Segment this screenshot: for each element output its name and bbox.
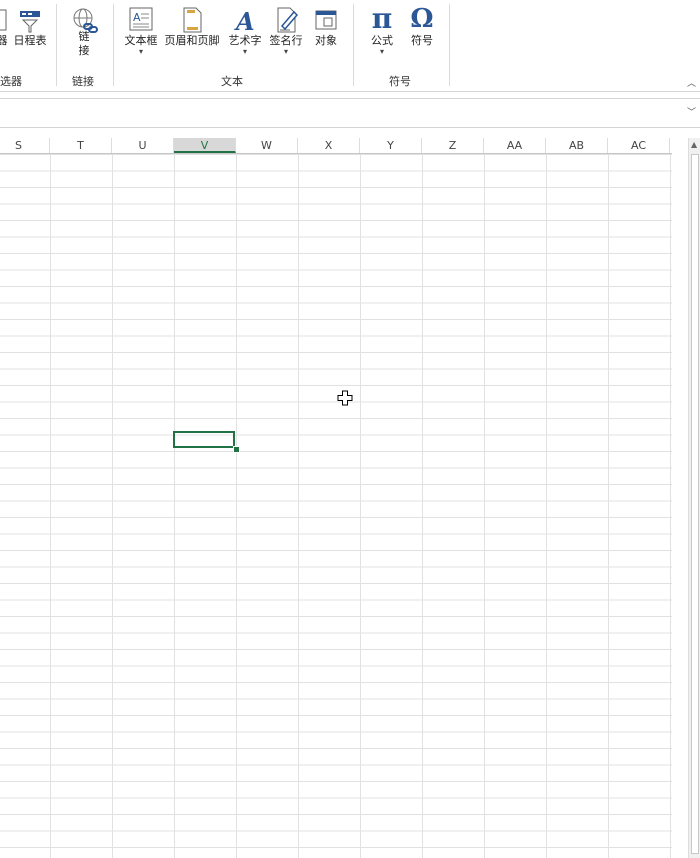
partial-label: 器 bbox=[0, 34, 8, 47]
chevron-down-icon[interactable]: ﹀ bbox=[687, 105, 696, 118]
omega-icon: Ω bbox=[410, 4, 434, 34]
symbol-label: 符号 bbox=[411, 34, 433, 47]
link-group-label: 链接 bbox=[72, 75, 94, 88]
equation-button[interactable]: π 公式 ▾ bbox=[364, 4, 400, 56]
partial-button[interactable]: 器 bbox=[0, 8, 8, 48]
column-header-y[interactable]: Y bbox=[360, 138, 422, 153]
chevron-down-icon: ▾ bbox=[379, 47, 384, 56]
vertical-scrollbar[interactable]: ▲ bbox=[688, 138, 700, 858]
column-header-v[interactable]: V bbox=[174, 138, 236, 153]
textbox-button[interactable]: A 文本框 ▾ bbox=[122, 6, 160, 56]
wordart-icon: A bbox=[234, 7, 255, 34]
equation-label: 公式 bbox=[371, 34, 393, 47]
wordart-label: 艺术字 bbox=[228, 34, 262, 47]
object-button[interactable]: 对象 bbox=[308, 6, 344, 48]
collapse-ribbon-icon[interactable]: ︿ bbox=[687, 76, 696, 89]
pi-icon: π bbox=[371, 2, 393, 35]
column-header-ac[interactable]: AC bbox=[608, 138, 670, 153]
timeline-button[interactable]: 日程表 bbox=[10, 8, 50, 48]
column-header-ab[interactable]: AB bbox=[546, 138, 608, 153]
symbols-group-label: 符号 bbox=[389, 75, 411, 88]
svg-text:A: A bbox=[234, 7, 255, 34]
separator bbox=[449, 4, 450, 86]
signature-line-label: 签名行 bbox=[269, 34, 303, 47]
column-header-s[interactable]: S bbox=[0, 138, 50, 153]
chevron-down-icon: ▾ bbox=[138, 47, 143, 56]
column-header-aa[interactable]: AA bbox=[484, 138, 546, 153]
cell-grid[interactable] bbox=[0, 154, 672, 858]
column-header-w[interactable]: W bbox=[236, 138, 298, 153]
wordart-button[interactable]: A 艺术字 ▾ bbox=[225, 6, 265, 56]
timeline-label: 日程表 bbox=[13, 34, 47, 47]
object-label: 对象 bbox=[315, 34, 337, 47]
header-footer-icon bbox=[183, 7, 202, 33]
object-icon bbox=[315, 10, 337, 30]
column-header-row: S T U V W X Y Z AA AB AC bbox=[0, 138, 672, 154]
separator bbox=[56, 4, 57, 86]
link-label-line2: 接 bbox=[78, 44, 90, 57]
textbox-label: 文本框 bbox=[124, 34, 158, 47]
header-footer-label: 页眉和页脚 bbox=[164, 34, 220, 47]
scroll-up-icon[interactable]: ▲ bbox=[691, 140, 697, 149]
ribbon: 器 日程表 选器 链 接 链接 A 文本框 ▾ 页眉和页脚 A 艺术字 ▾ 签名… bbox=[0, 0, 700, 92]
column-header-t[interactable]: T bbox=[50, 138, 112, 153]
fill-handle[interactable] bbox=[233, 446, 240, 453]
textbox-icon: A bbox=[129, 7, 153, 31]
active-cell[interactable] bbox=[173, 431, 235, 448]
signature-line-button[interactable]: 签名行 ▾ bbox=[266, 6, 306, 56]
chevron-down-icon: ▾ bbox=[283, 47, 288, 56]
link-button[interactable]: 链 接 bbox=[66, 6, 102, 58]
scrollbar-thumb[interactable] bbox=[691, 154, 699, 854]
column-header-x[interactable]: X bbox=[298, 138, 360, 153]
column-header-u[interactable]: U bbox=[112, 138, 174, 153]
filter-group-label: 选器 bbox=[0, 75, 22, 88]
partial-icon bbox=[0, 9, 7, 31]
separator bbox=[113, 4, 114, 86]
chevron-down-icon: ▾ bbox=[242, 47, 247, 56]
signature-pen-icon bbox=[277, 7, 299, 33]
symbol-button[interactable]: Ω 符号 bbox=[404, 4, 440, 48]
timeline-icon bbox=[20, 11, 40, 33]
column-header-z[interactable]: Z bbox=[422, 138, 484, 153]
header-footer-button[interactable]: 页眉和页脚 bbox=[162, 6, 222, 48]
text-group-label: 文本 bbox=[221, 75, 243, 88]
svg-text:A: A bbox=[133, 11, 141, 24]
cell-cursor-icon bbox=[337, 390, 353, 406]
separator bbox=[353, 4, 354, 86]
formula-bar[interactable]: ﹀ bbox=[0, 98, 700, 128]
